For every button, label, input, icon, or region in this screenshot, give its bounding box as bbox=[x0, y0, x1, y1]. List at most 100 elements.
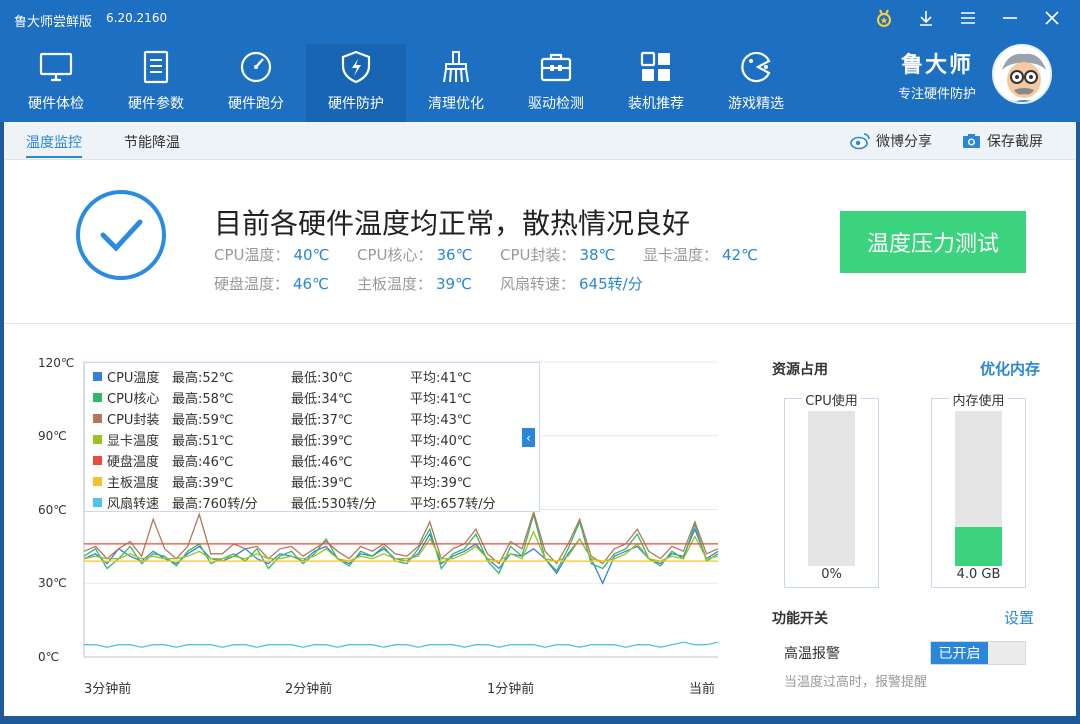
optimize-memory-link[interactable]: 优化内存 bbox=[980, 358, 1040, 379]
legend-swatch bbox=[93, 372, 102, 381]
x-tick-label: 2分钟前 bbox=[285, 682, 333, 697]
temperature-chart: 120℃ 90℃ 60℃ 30℃ 0℃ 3分钟前 2分钟前 1分钟前 当前 CP… bbox=[36, 354, 726, 697]
x-tick-label: 1分钟前 bbox=[487, 682, 535, 697]
brand: 鲁大师 专注硬件防护 bbox=[898, 44, 1052, 104]
window-border bbox=[1076, 122, 1080, 722]
legend-entry: CPU温度 最高:52℃ 最低:30℃ 平均:41℃ bbox=[93, 366, 539, 387]
minimize-icon[interactable] bbox=[1000, 8, 1020, 28]
medal-icon[interactable] bbox=[874, 8, 894, 28]
alarm-description: 当温度过高时，报警提醒 bbox=[784, 675, 928, 690]
avatar[interactable] bbox=[992, 44, 1052, 104]
legend-swatch bbox=[93, 456, 102, 465]
monitor-icon bbox=[39, 52, 73, 82]
legend-avg: 平均:40℃ bbox=[410, 434, 472, 449]
nav-label: 游戏精选 bbox=[728, 96, 784, 112]
legend-swatch bbox=[93, 393, 102, 402]
nav-label: 硬件参数 bbox=[128, 96, 184, 112]
gauge-bar bbox=[955, 411, 1002, 566]
legend-min: 最低:530转/分 bbox=[291, 497, 377, 512]
temp-label: CPU核心： bbox=[357, 246, 433, 264]
temp-label: CPU温度： bbox=[214, 246, 290, 264]
toolbox-icon bbox=[540, 53, 572, 82]
legend-max: 最高:58℃ bbox=[172, 392, 234, 407]
legend-min: 最低:39℃ bbox=[291, 434, 353, 449]
status-panel: 目前各硬件温度均正常，散热情况良好 CPU温度： 40℃ CPU核心： 36℃ CP… bbox=[0, 160, 1080, 324]
brand-slogan: 专注硬件防护 bbox=[897, 86, 976, 102]
weibo-share-button[interactable]: 微博分享 bbox=[850, 131, 932, 151]
nav-item-driver[interactable]: 驱动检测 bbox=[506, 44, 606, 122]
nav-item-benchmark[interactable]: 硬件跑分 bbox=[206, 44, 306, 122]
x-tick-label: 3分钟前 bbox=[84, 682, 132, 697]
legend-entry: CPU核心 最高:58℃ 最低:34℃ 平均:41℃ bbox=[93, 387, 539, 408]
collapse-legend-button[interactable]: ‹ bbox=[522, 428, 535, 447]
shield-icon bbox=[341, 50, 371, 84]
temp-item: 硬盘温度： 46℃ bbox=[214, 273, 357, 294]
sub-tabs: 温度监控 节能降温 微博分享 保存截屏 bbox=[0, 122, 1080, 160]
temp-row: CPU温度： 40℃ CPU核心： 36℃ CPU封装： 38℃ 显卡温度： 42℃ bbox=[214, 240, 786, 269]
nav-label: 驱动检测 bbox=[528, 96, 584, 112]
nav-item-build-recommend[interactable]: 装机推荐 bbox=[606, 44, 706, 122]
temp-label: 显卡温度： bbox=[643, 246, 719, 264]
resource-title: 资源占用 bbox=[772, 362, 828, 378]
menu-icon[interactable] bbox=[958, 8, 978, 28]
legend-avg: 平均:657转/分 bbox=[410, 497, 496, 512]
temp-label: 硬盘温度： bbox=[214, 275, 290, 293]
temp-value: 38℃ bbox=[579, 246, 616, 264]
nav-item-hardware-protect[interactable]: 硬件防护 bbox=[306, 44, 406, 122]
save-screenshot-button[interactable]: 保存截屏 bbox=[962, 131, 1043, 151]
nav-item-games[interactable]: 游戏精选 bbox=[706, 44, 806, 122]
legend-avg: 平均:41℃ bbox=[410, 392, 472, 407]
legend-min: 最低:46℃ bbox=[291, 455, 353, 470]
save-screenshot-label: 保存截屏 bbox=[987, 134, 1043, 150]
nav-label: 硬件体检 bbox=[28, 96, 84, 112]
app-title: 鲁大师尝鲜版 bbox=[14, 15, 93, 30]
legend-swatch bbox=[93, 414, 102, 423]
toggle-on-label: 已开启 bbox=[931, 642, 988, 664]
legend-min: 最低:37℃ bbox=[291, 413, 353, 428]
legend-avg: 平均:39℃ bbox=[410, 476, 472, 491]
legend-max: 最高:760转/分 bbox=[172, 497, 258, 512]
legend-name: CPU温度 bbox=[107, 371, 160, 386]
grid-icon bbox=[640, 51, 670, 81]
legend-max: 最高:59℃ bbox=[172, 413, 234, 428]
legend-max: 最高:46℃ bbox=[172, 455, 234, 470]
tab-energy-cooling[interactable]: 节能降温 bbox=[124, 132, 180, 152]
temp-label: 风扇转速： bbox=[500, 275, 576, 293]
tab-temperature-monitor[interactable]: 温度监控 bbox=[26, 132, 82, 152]
temp-item: CPU封装： 38℃ bbox=[500, 244, 643, 265]
document-icon bbox=[143, 50, 169, 84]
series-line bbox=[83, 529, 719, 562]
memory-usage-gauge: 内存使用 4.0 GB bbox=[931, 394, 1026, 588]
temp-value: 645转/分 bbox=[579, 275, 643, 293]
legend-swatch bbox=[93, 477, 102, 486]
nav-item-clean[interactable]: 清理优化 bbox=[406, 44, 506, 122]
stress-test-button[interactable]: 温度压力测试 bbox=[840, 211, 1026, 273]
temp-item: CPU温度： 40℃ bbox=[214, 244, 357, 265]
temp-value: 39℃ bbox=[436, 275, 472, 293]
nav-item-hardware-params[interactable]: 硬件参数 bbox=[106, 44, 206, 122]
legend-entry: CPU封装 最高:59℃ 最低:37℃ 平均:43℃ bbox=[93, 408, 539, 429]
high-temp-alarm-toggle[interactable]: 已开启 bbox=[930, 641, 1026, 665]
temp-row: 硬盘温度： 46℃ 主板温度： 39℃ 风扇转速： 645转/分 bbox=[214, 269, 786, 298]
status-message: 目前各硬件温度均正常，散热情况良好 bbox=[214, 207, 691, 240]
gauge-bar bbox=[808, 411, 855, 566]
legend-min: 最低:30℃ bbox=[291, 371, 353, 386]
close-icon[interactable] bbox=[1042, 8, 1062, 28]
header: 鲁大师尝鲜版 6.20.2160 硬件体检 硬件参数 硬件跑分 硬件防护 清理优… bbox=[0, 0, 1080, 122]
settings-link[interactable]: 设置 bbox=[1004, 607, 1034, 628]
series-line bbox=[83, 509, 719, 565]
brand-name: 鲁大师 bbox=[900, 52, 973, 78]
nav-label: 装机推荐 bbox=[628, 96, 684, 112]
legend-name: 硬盘温度 bbox=[107, 455, 160, 470]
gauge-fill bbox=[955, 527, 1002, 566]
legend-swatch bbox=[93, 498, 102, 507]
active-tab-underline bbox=[26, 156, 82, 158]
legend-max: 最高:51℃ bbox=[172, 434, 234, 449]
legend-entry: 显卡温度 最高:51℃ 最低:39℃ 平均:40℃ bbox=[93, 429, 539, 450]
brand-text: 鲁大师 专注硬件防护 bbox=[898, 47, 976, 102]
nav-item-hardware-check[interactable]: 硬件体检 bbox=[6, 44, 106, 122]
temp-item: 显卡温度： 42℃ bbox=[643, 244, 786, 265]
chart-legend: CPU温度 最高:52℃ 最低:30℃ 平均:41℃ CPU核心 最高:58℃ 最低:34℃… bbox=[84, 362, 540, 512]
gauge-label: CPU使用 bbox=[802, 394, 861, 409]
download-icon[interactable] bbox=[916, 8, 936, 28]
